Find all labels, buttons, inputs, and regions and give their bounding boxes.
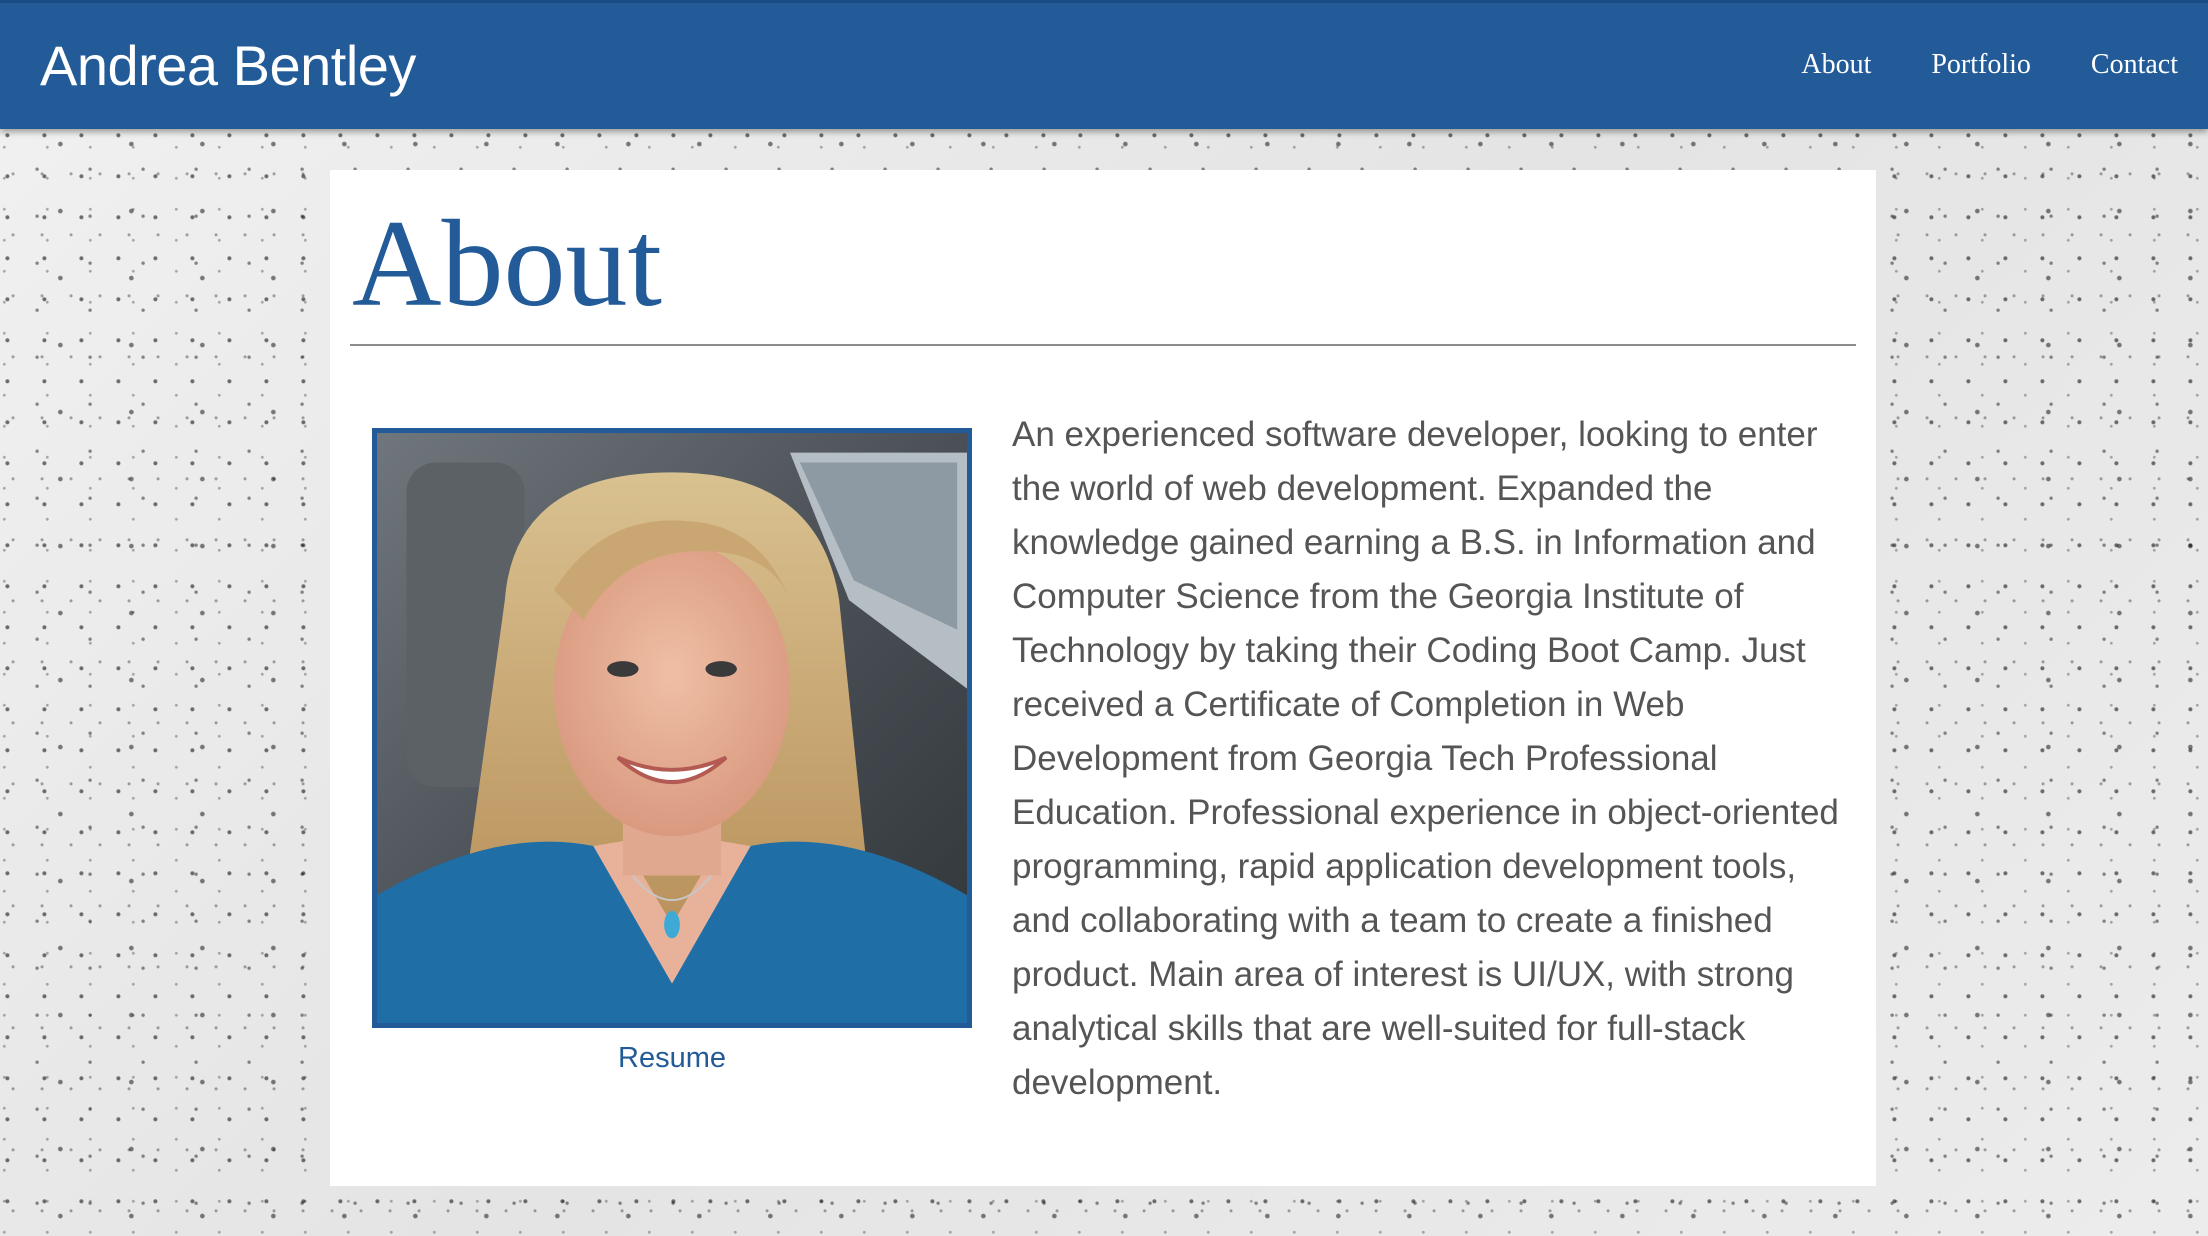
title-divider — [350, 344, 1856, 346]
navbar: Andrea Bentley About Portfolio Contact — [0, 0, 2208, 129]
nav-link-portfolio[interactable]: Portfolio — [1931, 49, 2031, 81]
brand-link[interactable]: Andrea Bentley — [40, 33, 416, 98]
profile-photo — [372, 428, 972, 1028]
nav-links: About Portfolio Contact — [1741, 49, 2178, 81]
page-title: About — [352, 195, 662, 332]
bio-text: An experienced software developer, looki… — [1012, 415, 1839, 1102]
resume-link[interactable]: Resume — [372, 1042, 972, 1075]
nav-link-contact[interactable]: Contact — [2091, 49, 2178, 81]
about-card: About Resume An experienced software dev… — [330, 170, 1876, 1186]
profile-photo-image — [377, 433, 967, 1023]
nav-link-about[interactable]: About — [1801, 49, 1871, 81]
